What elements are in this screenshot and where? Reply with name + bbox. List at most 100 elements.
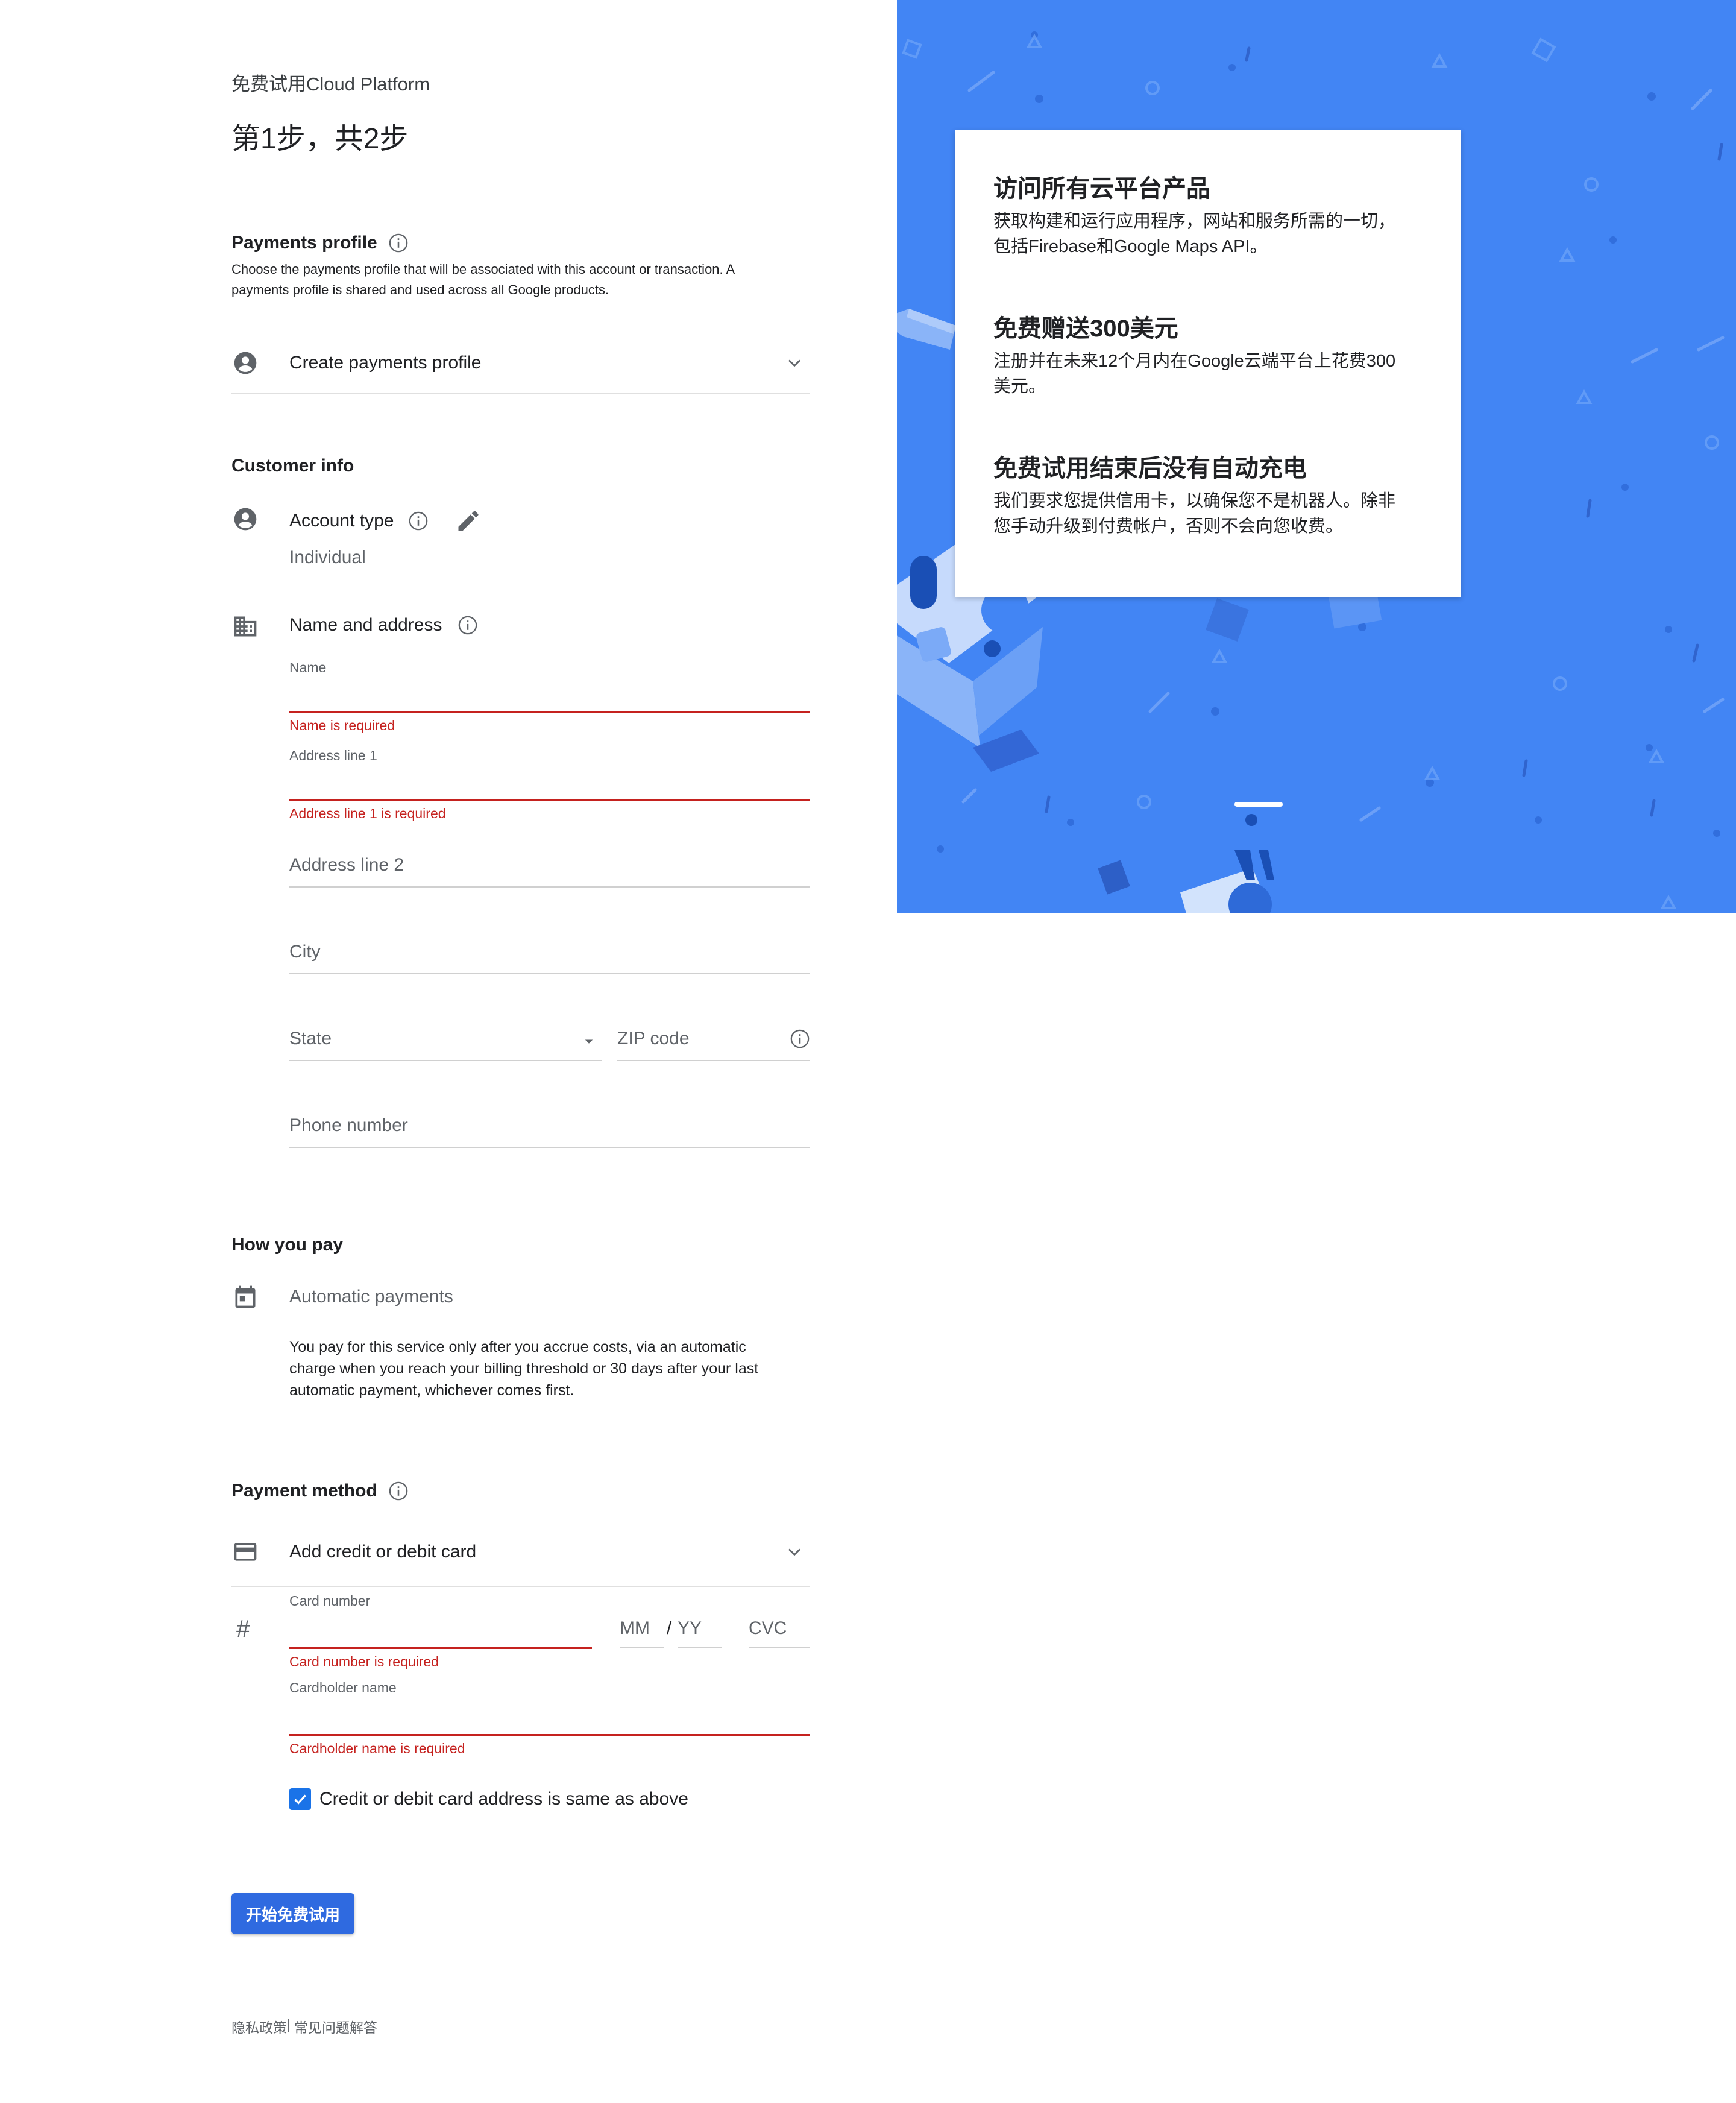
payment-method-select-label: Add credit or debit card xyxy=(289,1542,477,1562)
account-circle-icon xyxy=(231,505,259,533)
start-free-trial-button[interactable]: 开始免费试用 xyxy=(231,1893,354,1934)
card-number-field[interactable]: Card number Card number is required xyxy=(289,1593,592,1671)
automatic-payments-label: Automatic payments xyxy=(289,1287,453,1307)
expiry-year-input[interactable]: YY xyxy=(678,1618,722,1650)
promo-card: 访问所有云平台产品 获取构建和运行应用程序，网站和服务所需的一切， 包括Fire… xyxy=(955,130,1461,597)
city-input[interactable]: City xyxy=(289,942,810,976)
cardholder-name-underline xyxy=(289,1734,810,1736)
cardholder-name-label: Cardholder name xyxy=(289,1680,397,1695)
expiry-month-placeholder: MM xyxy=(620,1618,650,1638)
cvc-placeholder: CVC xyxy=(749,1618,787,1638)
cvc-underline xyxy=(749,1647,810,1648)
card-number-label: Card number xyxy=(289,1593,371,1609)
promo-heading: 免费赠送300美元 xyxy=(993,315,1178,342)
name-field[interactable]: Name Name is required xyxy=(289,660,810,733)
address-line1-field[interactable]: Address line 1 Address line 1 is require… xyxy=(289,748,810,821)
info-icon[interactable] xyxy=(408,511,429,531)
state-select[interactable]: State xyxy=(289,1029,602,1062)
how-you-pay-description: You pay for this service only after you … xyxy=(289,1336,820,1401)
expiry-month-input[interactable]: MM xyxy=(620,1618,664,1650)
name-field-label: Name xyxy=(289,660,327,675)
name-field-underline xyxy=(289,711,810,713)
expiry-year-underline xyxy=(678,1647,722,1648)
info-icon[interactable] xyxy=(458,615,478,635)
same-address-label: Credit or debit card address is same as … xyxy=(319,1789,688,1809)
description-line: Choose the payments profile that will be… xyxy=(231,262,735,277)
address-line1-label: Address line 1 xyxy=(289,748,377,763)
name-address-row: Name and address xyxy=(289,615,478,635)
cardholder-name-field[interactable]: Cardholder name Cardholder name is requi… xyxy=(289,1680,810,1758)
info-icon[interactable] xyxy=(790,1029,810,1049)
credit-card-icon xyxy=(231,1538,259,1566)
edit-pencil-icon[interactable] xyxy=(455,508,482,534)
payment-method-section: Payment method xyxy=(231,1481,409,1501)
address-line2-placeholder: Address line 2 xyxy=(289,855,404,875)
address-line1-error: Address line 1 is required xyxy=(289,806,446,821)
checkmark-icon xyxy=(294,1794,306,1805)
payments-profile-section: Payments profile xyxy=(231,233,409,253)
business-building-icon xyxy=(231,613,259,640)
hash-icon: # xyxy=(236,1616,250,1642)
footer-separator: | xyxy=(287,2016,291,2032)
description-line: You pay for this service only after you … xyxy=(289,1338,746,1355)
promo-heading: 访问所有云平台产品 xyxy=(993,175,1210,202)
description-line: payments profile is shared and used acro… xyxy=(231,282,609,297)
expiry-month-underline xyxy=(620,1647,664,1648)
address-line1-underline xyxy=(289,799,810,801)
name-address-label: Name and address xyxy=(289,615,442,635)
promo-text: 我们要求您提供信用卡，以确保您不是机器人。除非 您手动升级到付费帐户，否则不会向… xyxy=(993,488,1439,539)
phone-number-input[interactable]: Phone number xyxy=(289,1115,810,1149)
account-type-label: Account type xyxy=(289,511,394,531)
city-placeholder: City xyxy=(289,942,321,962)
payments-profile-select[interactable]: Create payments profile xyxy=(231,333,810,394)
zip-code-input[interactable]: ZIP code xyxy=(617,1029,810,1062)
dropdown-arrow-icon xyxy=(585,1039,593,1044)
card-number-error: Card number is required xyxy=(289,1654,439,1669)
chevron-down-icon[interactable] xyxy=(784,1541,805,1563)
payment-method-title: Payment method xyxy=(231,1481,377,1501)
account-circle-icon xyxy=(231,349,259,377)
payments-profile-select-label: Create payments profile xyxy=(289,353,482,373)
state-underline xyxy=(289,1060,602,1061)
expiry-separator: / xyxy=(667,1618,672,1638)
account-type-value: Individual xyxy=(289,547,366,567)
payments-profile-title: Payments profile xyxy=(231,233,377,253)
promo-text-line: 我们要求您提供信用卡，以确保您不是机器人。除非 xyxy=(993,491,1396,511)
state-placeholder: State xyxy=(289,1029,332,1048)
payments-profile-description: Choose the payments profile that will be… xyxy=(231,259,816,300)
promo-text-line: 包括Firebase和Google Maps API。 xyxy=(993,237,1268,256)
same-address-option[interactable]: Credit or debit card address is same as … xyxy=(289,1788,688,1810)
footer: 隐私政策 | 常见问题解答 xyxy=(231,2016,377,2037)
page-subtitle: 免费试用Cloud Platform xyxy=(231,74,430,95)
promo-text-line: 注册并在未来12个月内在Google云端平台上花费300 xyxy=(993,352,1396,371)
faq-link[interactable]: 常见问题解答 xyxy=(294,2016,377,2037)
chevron-down-icon[interactable] xyxy=(784,352,805,374)
payment-method-select[interactable]: Add credit or debit card xyxy=(231,1518,810,1587)
calendar-icon xyxy=(231,1283,259,1311)
description-line: automatic payment, whichever comes first… xyxy=(289,1382,574,1399)
promo-text-line: 您手动升级到付费帐户，否则不会向您收费。 xyxy=(993,517,1344,536)
phone-number-placeholder: Phone number xyxy=(289,1115,408,1135)
address-line2-input[interactable]: Address line 2 xyxy=(289,855,810,889)
zip-code-underline xyxy=(617,1060,810,1061)
card-number-underline xyxy=(289,1647,592,1649)
cardholder-name-error: Cardholder name is required xyxy=(289,1741,465,1756)
account-type-row: Account type xyxy=(289,508,482,534)
address-line2-underline xyxy=(289,886,810,888)
how-you-pay-title: How you pay xyxy=(231,1235,344,1255)
same-address-checkbox[interactable] xyxy=(289,1788,311,1810)
description-line: charge when you reach your billing thres… xyxy=(289,1360,759,1377)
step-indicator: 第1步，共2步 xyxy=(231,123,409,155)
city-underline xyxy=(289,973,810,974)
promo-text: 获取构建和运行应用程序，网站和服务所需的一切， 包括Firebase和Googl… xyxy=(993,209,1439,259)
promo-text-line: 获取构建和运行应用程序，网站和服务所需的一切， xyxy=(993,212,1396,231)
phone-number-underline xyxy=(289,1147,810,1148)
name-error: Name is required xyxy=(289,717,395,733)
cvc-input[interactable]: CVC xyxy=(749,1618,810,1650)
promo-text: 注册并在未来12个月内在Google云端平台上花费300 美元。 xyxy=(993,348,1439,399)
privacy-policy-link[interactable]: 隐私政策 xyxy=(231,2016,287,2037)
expiry-year-placeholder: YY xyxy=(678,1618,702,1638)
zip-code-placeholder: ZIP code xyxy=(617,1029,690,1048)
info-icon[interactable] xyxy=(388,233,409,253)
info-icon[interactable] xyxy=(388,1481,409,1501)
